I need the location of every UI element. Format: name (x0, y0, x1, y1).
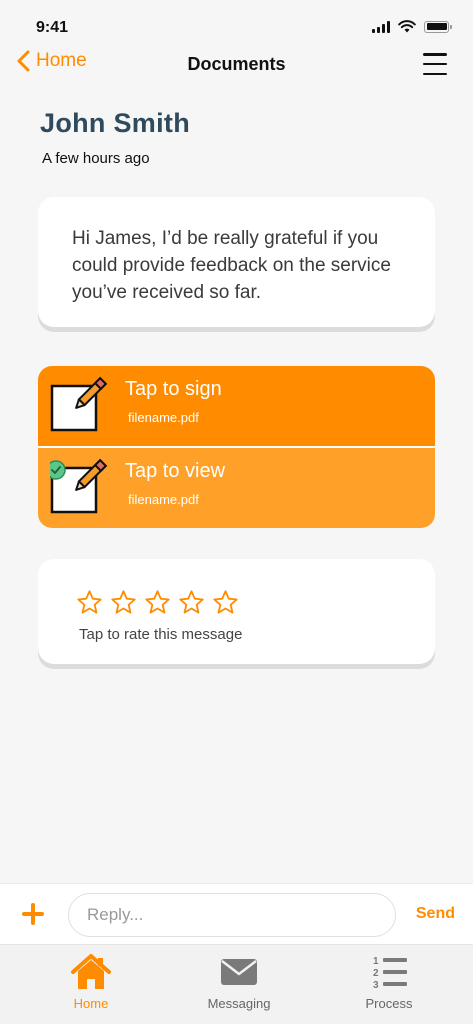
star-icon[interactable] (110, 589, 137, 616)
document-signed-icon (50, 458, 108, 514)
tab-messaging[interactable]: Messaging (179, 953, 299, 1011)
message-card: Hi James, I’d be really grateful if you … (38, 197, 435, 327)
document-sign-title: Tap to sign (125, 378, 222, 400)
document-view-title: Tap to view (125, 460, 226, 482)
sender-name: John Smith (40, 108, 190, 138)
document-list: Tap to sign filename.pdf Tap to view fil… (38, 366, 435, 528)
numbered-list-icon: 1 2 3 (373, 956, 407, 991)
tab-process-label: Process (365, 996, 413, 1011)
document-sign-row[interactable]: Tap to sign filename.pdf (38, 366, 435, 448)
star-icon[interactable] (144, 589, 171, 616)
rating-label: Tap to rate this message (79, 626, 243, 643)
tab-home-label: Home (73, 996, 109, 1011)
tab-process[interactable]: 1 2 3 Process (329, 953, 449, 1011)
document-sign-filename: filename.pdf (128, 410, 199, 425)
send-button[interactable]: Send (416, 905, 455, 923)
svg-text:3: 3 (373, 980, 379, 991)
star-rating (76, 589, 239, 616)
document-view-filename: filename.pdf (128, 492, 199, 507)
message-text: Hi James, I’d be really grateful if you … (72, 228, 391, 303)
rating-card: Tap to rate this message (38, 559, 435, 664)
status-bar: 9:41 (0, 0, 473, 46)
tab-messaging-label: Messaging (207, 996, 271, 1011)
star-icon[interactable] (76, 589, 103, 616)
document-view-row[interactable]: Tap to view filename.pdf (38, 448, 435, 528)
envelope-icon (221, 959, 257, 985)
svg-text:2: 2 (373, 968, 379, 979)
document-pencil-icon (50, 376, 108, 432)
nav-bar: Home Documents (0, 46, 473, 86)
page-title: Documents (187, 54, 286, 74)
hamburger-menu-icon[interactable] (423, 53, 447, 75)
star-icon[interactable] (212, 589, 239, 616)
tab-home[interactable]: Home (31, 953, 151, 1011)
star-icon[interactable] (178, 589, 205, 616)
reply-bar: Send (0, 883, 473, 944)
status-time: 9:41 (36, 19, 69, 36)
wifi-icon (398, 20, 416, 33)
add-attachment-button[interactable] (22, 903, 44, 925)
battery-icon (424, 20, 452, 33)
tab-bar: Home Messaging 1 2 3 Process (0, 944, 473, 1024)
reply-input[interactable] (68, 893, 396, 937)
svg-text:1: 1 (373, 956, 379, 967)
sent-time: A few hours ago (42, 150, 150, 167)
cellular-signal-icon (372, 20, 390, 33)
status-icons (372, 20, 452, 33)
home-icon (71, 954, 111, 989)
